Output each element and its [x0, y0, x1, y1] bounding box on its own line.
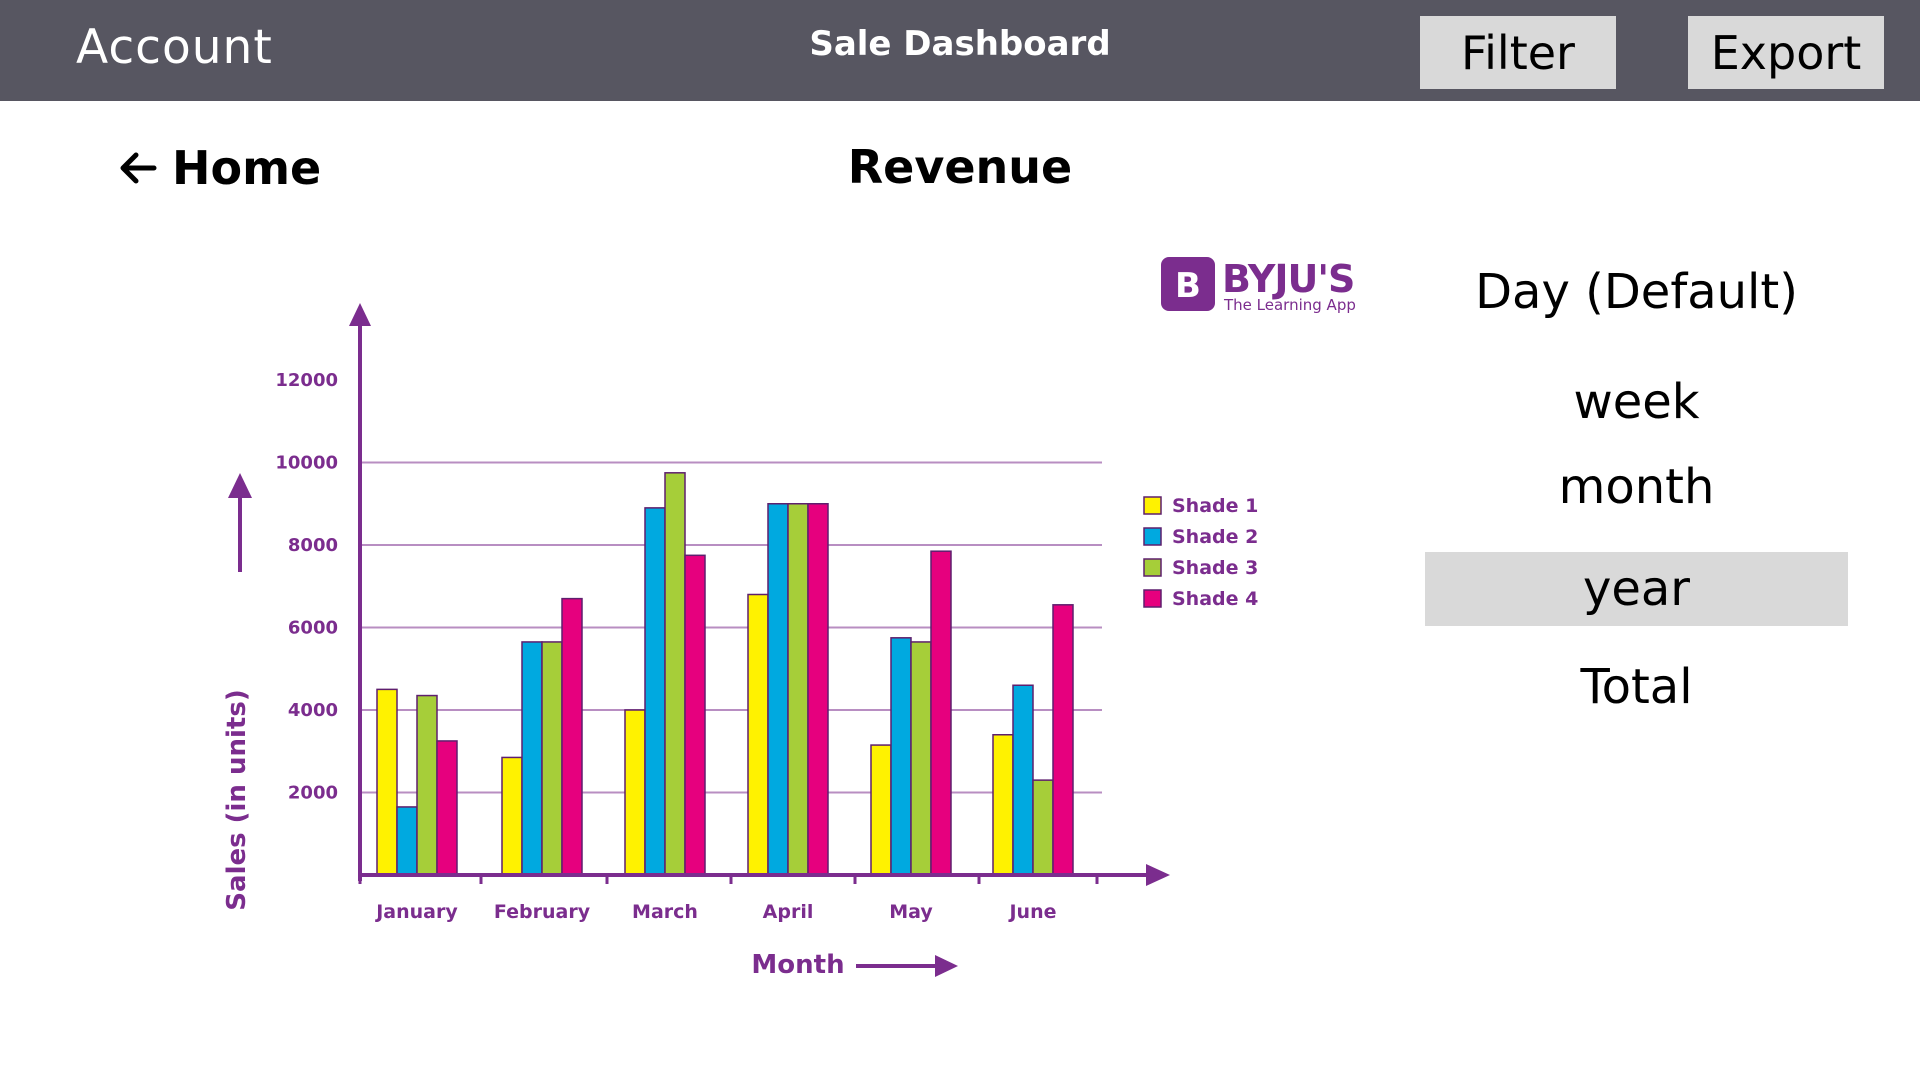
x-tick-label: February: [494, 901, 591, 923]
bar-march-shade4: [684, 554, 706, 876]
app-title: Sale Dashboard: [809, 24, 1111, 64]
x-tick-label: May: [889, 901, 933, 923]
period-option-year[interactable]: year: [1425, 552, 1848, 626]
section-title: Revenue: [847, 140, 1073, 194]
bar-may-shade3: [910, 641, 932, 876]
filter-button[interactable]: Filter: [1420, 16, 1616, 89]
bar-january-shade3: [416, 694, 438, 876]
bar-march-shade2: [644, 507, 666, 876]
bar-march-shade1: [624, 709, 646, 876]
bar-april-shade4: [807, 503, 829, 876]
bar-january-shade2: [396, 806, 418, 876]
x-axis-label: Month: [751, 950, 844, 980]
bar-june-shade2: [1012, 684, 1034, 876]
y-axis-label: Sales (in units): [222, 689, 252, 910]
legend-swatch: [1143, 496, 1162, 515]
legend-swatch: [1143, 527, 1162, 546]
y-tick-label: 2000: [288, 783, 338, 804]
bar-may-shade2: [890, 637, 912, 876]
y-tick-label: 10000: [275, 453, 338, 474]
bar-april-shade1: [747, 593, 769, 876]
legend-label: Shade 4: [1172, 588, 1258, 610]
y-tick-label: 6000: [288, 618, 338, 639]
x-tick-label: June: [1007, 901, 1056, 923]
x-tick-label: April: [763, 901, 814, 923]
bar-may-shade1: [870, 744, 892, 876]
period-option-week[interactable]: week: [1425, 365, 1848, 439]
bar-june-shade3: [1032, 779, 1054, 876]
top-bar: Account Sale Dashboard Filter Export: [0, 0, 1920, 101]
brand-tagline: The Learning App: [1223, 296, 1356, 314]
revenue-chart: 2000 4000 6000 8000 10000 12000 January Februar…: [200, 240, 1400, 1000]
bar-february-shade2: [521, 641, 543, 876]
bar-february-shade4: [561, 597, 583, 876]
bar-june-shade4: [1052, 604, 1074, 876]
bar-april-shade3: [787, 503, 809, 876]
period-option-day-default[interactable]: Day (Default): [1425, 255, 1848, 329]
y-tick-label: 8000: [288, 535, 338, 556]
bar-may-shade4: [930, 550, 952, 876]
y-tick-label: 4000: [288, 700, 338, 721]
legend-label: Shade 3: [1172, 557, 1258, 579]
y-label-arrow-head: [228, 473, 252, 498]
y-tick-label: 12000: [275, 370, 338, 391]
bar-february-shade1: [501, 756, 523, 876]
bar-march-shade3: [664, 472, 686, 876]
bar-june-shade1: [992, 734, 1014, 876]
bar-april-shade2: [767, 503, 789, 876]
period-option-month[interactable]: month: [1425, 450, 1848, 524]
legend-label: Shade 1: [1172, 495, 1258, 517]
x-tick-label: March: [632, 901, 698, 923]
y-axis-arrow: [349, 303, 371, 326]
bar-january-shade1: [376, 688, 398, 876]
export-button[interactable]: Export: [1688, 16, 1884, 89]
bar-february-shade3: [541, 641, 563, 876]
x-axis-arrow: [1146, 864, 1170, 886]
chart-svg: 2000 4000 6000 8000 10000 12000 January Februar…: [222, 257, 1356, 980]
period-option-total[interactable]: Total: [1425, 650, 1848, 724]
legend-label: Shade 2: [1172, 526, 1258, 548]
legend-swatch: [1143, 589, 1162, 608]
x-tick-label: January: [374, 901, 458, 923]
bar-january-shade4: [436, 740, 458, 876]
legend-swatch: [1143, 558, 1162, 577]
brand-logo-letter: B: [1175, 266, 1201, 306]
x-label-arrow-head: [935, 955, 958, 977]
brand-name: BYJU'S: [1222, 257, 1354, 301]
